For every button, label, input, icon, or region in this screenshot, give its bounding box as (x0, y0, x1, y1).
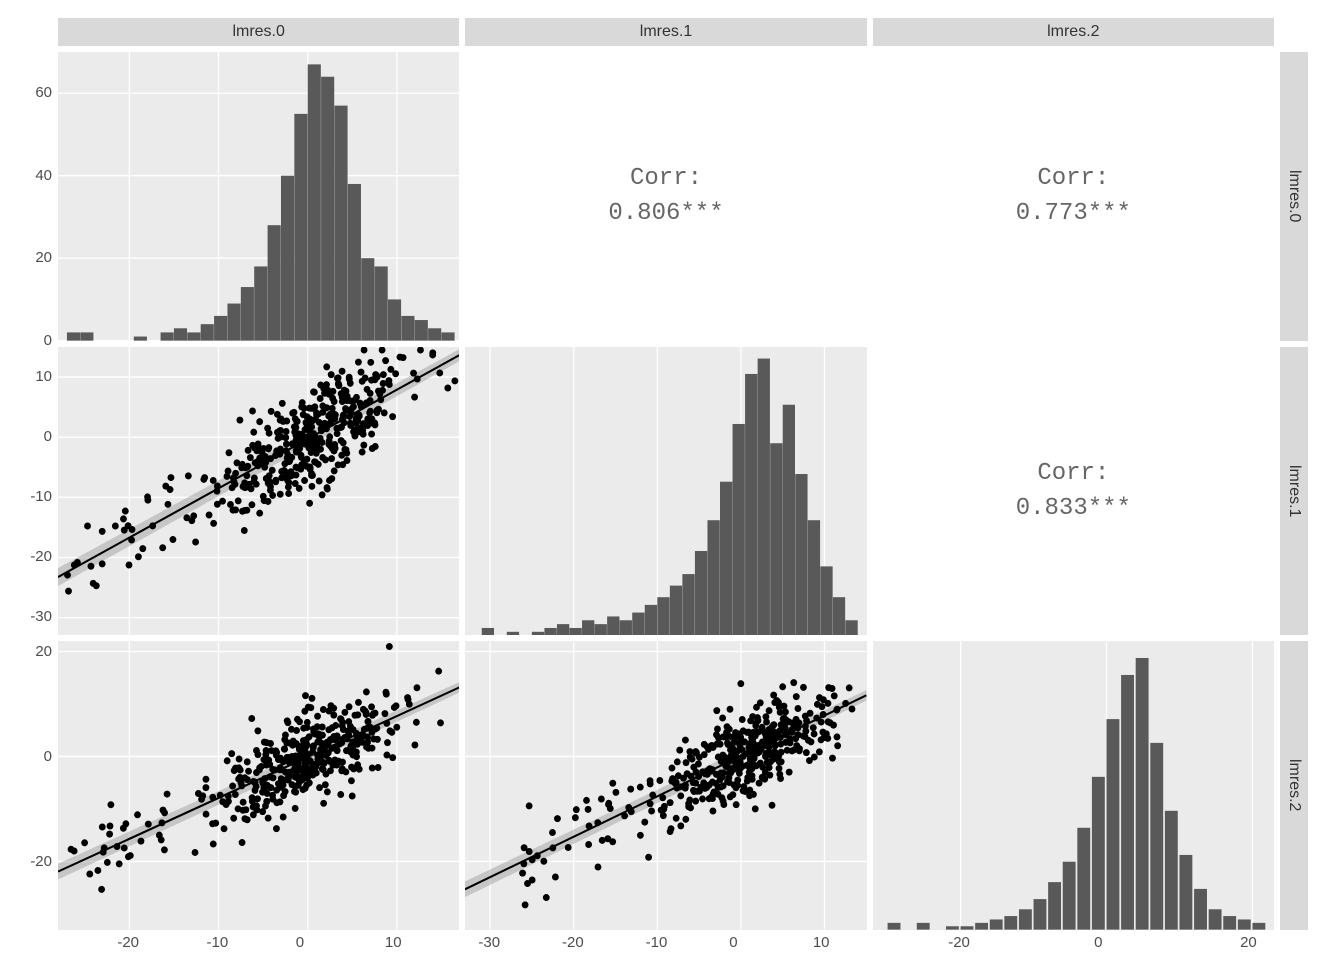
x-tick-label: 0 (296, 934, 304, 951)
x-tick-label: 10 (813, 934, 830, 951)
y-tick-label: -20 (30, 548, 52, 565)
x-tick-label: 0 (729, 934, 737, 951)
panel-diag-0-hist (58, 52, 459, 341)
y-tick-label: 0 (44, 332, 52, 349)
y-tick-label: -20 (30, 853, 52, 870)
panel-scatter-20 (58, 641, 459, 930)
x-tick-label: 10 (385, 934, 402, 951)
strip-right-1: lmres.1 (1280, 347, 1308, 636)
corr-label: Corr: (1037, 165, 1109, 192)
y-tick-label: 0 (44, 748, 52, 765)
x-tick-label: -10 (207, 934, 229, 951)
y-tick-label: -30 (30, 608, 52, 625)
strip-top-2: lmres.2 (873, 18, 1274, 46)
strip-right-2: lmres.2 (1280, 641, 1308, 930)
x-tick-label: -10 (646, 934, 668, 951)
x-tick-label: -20 (117, 934, 139, 951)
panel-corr-12: Corr: 0.833*** (873, 347, 1274, 636)
panel-diag-1-hist (465, 347, 866, 636)
corr-value-12: 0.833*** (1016, 495, 1131, 522)
x-tick-label: 0 (1094, 934, 1102, 951)
y-tick-label: 0 (44, 428, 52, 445)
y-tick-label: 10 (35, 368, 52, 385)
panel-corr-01: Corr: 0.806*** (465, 52, 866, 341)
x-tick-label: 20 (1240, 934, 1257, 951)
y-tick-label: 20 (35, 249, 52, 266)
x-tick-label: -30 (478, 934, 500, 951)
corr-label: Corr: (1037, 460, 1109, 487)
strip-top-0: lmres.0 (58, 18, 459, 46)
y-tick-label: 60 (35, 84, 52, 101)
strip-top-1: lmres.1 (465, 18, 866, 46)
corr-value-02: 0.773*** (1016, 200, 1131, 227)
panel-diag-2-hist (873, 641, 1274, 930)
y-tick-label: -10 (30, 488, 52, 505)
strip-right-0: lmres.0 (1280, 52, 1308, 341)
panel-corr-02: Corr: 0.773*** (873, 52, 1274, 341)
y-tick-label: 20 (35, 643, 52, 660)
x-tick-label: -20 (562, 934, 584, 951)
corr-label: Corr: (630, 165, 702, 192)
panel-scatter-10 (58, 347, 459, 636)
corr-value-01: 0.806*** (608, 200, 723, 227)
y-tick-label: 40 (35, 167, 52, 184)
x-tick-label: -20 (948, 934, 970, 951)
panel-scatter-21 (465, 641, 866, 930)
